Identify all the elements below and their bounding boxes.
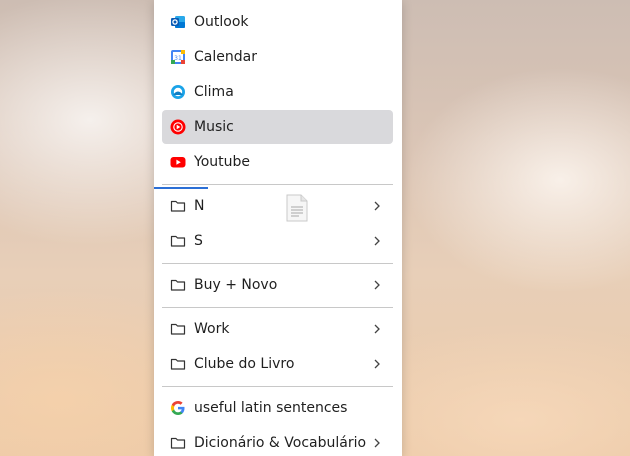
bookmark-clima[interactable]: Clima <box>162 75 393 109</box>
folder-icon <box>170 235 186 247</box>
bookmark-label: Clima <box>194 84 234 100</box>
folder-icon <box>170 279 186 291</box>
folder-label: Dicionário & Vocabulário <box>194 435 367 451</box>
folder-buy-novo[interactable]: Buy + Novo <box>162 268 393 302</box>
weather-icon <box>171 85 185 99</box>
bookmark-outlook[interactable]: Outlook <box>162 5 393 39</box>
separator <box>162 386 393 387</box>
folder-work[interactable]: Work <box>162 312 393 346</box>
youtube-music-icon <box>170 119 186 135</box>
folder-label: Clube do Livro <box>194 356 295 372</box>
chevron-right-icon <box>374 280 380 290</box>
folder-icon <box>170 200 186 212</box>
bookmarks-menu: Outlook 31 Calendar Clima Music Youtube … <box>154 0 402 456</box>
separator <box>162 184 393 185</box>
folder-s[interactable]: S <box>162 224 393 258</box>
folder-label: N <box>194 198 205 214</box>
bookmark-calendar[interactable]: 31 Calendar <box>162 40 393 74</box>
bookmark-label: Outlook <box>194 14 249 30</box>
bookmark-label: Music <box>194 119 234 135</box>
folder-icon <box>170 437 186 449</box>
folder-label: Work <box>194 321 230 337</box>
bookmark-label: useful latin sentences <box>194 400 348 416</box>
chevron-right-icon <box>374 201 380 211</box>
folder-label: S <box>194 233 203 249</box>
folder-dicionario-vocabulario[interactable]: Dicionário & Vocabulário <box>162 426 393 456</box>
folder-clube-do-livro[interactable]: Clube do Livro <box>162 347 393 381</box>
bookmark-label: Youtube <box>194 154 250 170</box>
folder-n[interactable]: N <box>162 189 393 223</box>
separator <box>162 307 393 308</box>
chevron-right-icon <box>374 236 380 246</box>
bookmark-youtube[interactable]: Youtube <box>162 145 393 179</box>
folder-label: Buy + Novo <box>194 277 278 293</box>
outlook-icon <box>171 16 185 28</box>
folder-icon <box>170 358 186 370</box>
chevron-right-icon <box>374 324 380 334</box>
bookmark-music[interactable]: Music <box>162 110 393 144</box>
drag-document-icon <box>286 194 308 222</box>
google-calendar-icon: 31 <box>171 50 185 64</box>
bookmark-useful-latin-sentences[interactable]: useful latin sentences <box>162 391 393 425</box>
chevron-right-icon <box>374 359 380 369</box>
youtube-icon <box>170 157 186 168</box>
folder-icon <box>170 323 186 335</box>
bookmark-label: Calendar <box>194 49 257 65</box>
separator <box>162 263 393 264</box>
svg-text:31: 31 <box>174 55 182 62</box>
google-icon <box>171 401 185 415</box>
chevron-right-icon <box>374 438 380 448</box>
